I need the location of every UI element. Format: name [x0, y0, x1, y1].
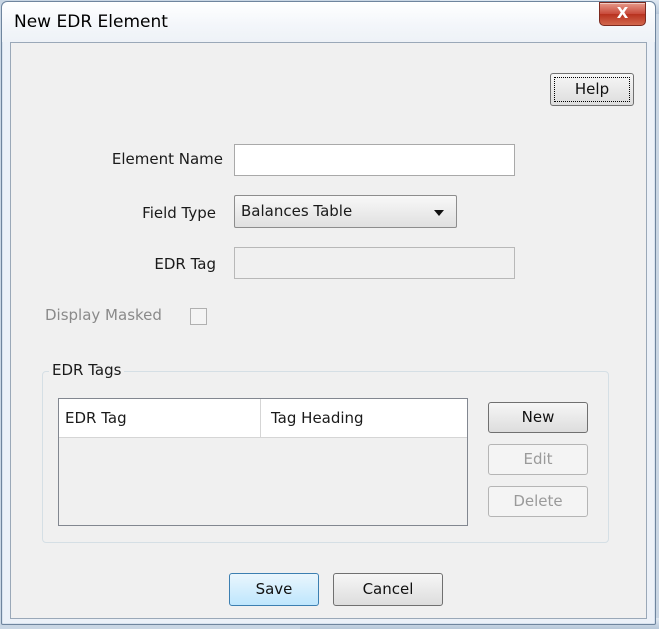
close-icon: X [616, 4, 629, 22]
edit-tag-button[interactable]: Edit [488, 444, 588, 475]
display-masked-checkbox[interactable] [190, 308, 207, 325]
field-type-label: Field Type [142, 204, 216, 222]
field-type-select[interactable]: Balances Table [234, 195, 457, 228]
chevron-down-icon [434, 210, 444, 216]
edr-tag-label: EDR Tag [154, 255, 216, 273]
delete-tag-button[interactable]: Delete [488, 486, 588, 517]
dialog-content: Help Element Name Field Type Balances Ta… [10, 42, 647, 619]
edr-tags-table[interactable]: EDR Tag Tag Heading [58, 398, 468, 526]
save-button-label: Save [255, 580, 293, 598]
edit-tag-button-label: Edit [523, 450, 553, 468]
edr-tags-group-title: EDR Tags [49, 361, 125, 379]
element-name-input[interactable] [234, 144, 515, 176]
new-tag-button-label: New [521, 408, 555, 426]
window-title: New EDR Element [14, 12, 168, 32]
field-type-value: Balances Table [241, 202, 353, 220]
title-bar[interactable]: New EDR Element X [2, 2, 655, 42]
column-header-tag-heading[interactable]: Tag Heading [261, 399, 461, 437]
element-name-label: Element Name [111, 150, 223, 168]
cancel-button-label: Cancel [362, 580, 414, 598]
cancel-button[interactable]: Cancel [333, 573, 443, 606]
close-button[interactable]: X [599, 2, 646, 26]
delete-tag-button-label: Delete [513, 492, 563, 510]
edr-tag-input [234, 247, 515, 279]
dialog-window: New EDR Element X Help Element Name Fiel… [1, 1, 656, 625]
focus-indicator [554, 77, 630, 102]
help-button[interactable]: Help [550, 73, 634, 106]
table-header: EDR Tag Tag Heading [59, 399, 467, 438]
save-button[interactable]: Save [229, 573, 319, 606]
new-tag-button[interactable]: New [488, 402, 588, 433]
column-header-edr-tag[interactable]: EDR Tag [59, 399, 261, 437]
display-masked-label: Display Masked [45, 306, 162, 324]
